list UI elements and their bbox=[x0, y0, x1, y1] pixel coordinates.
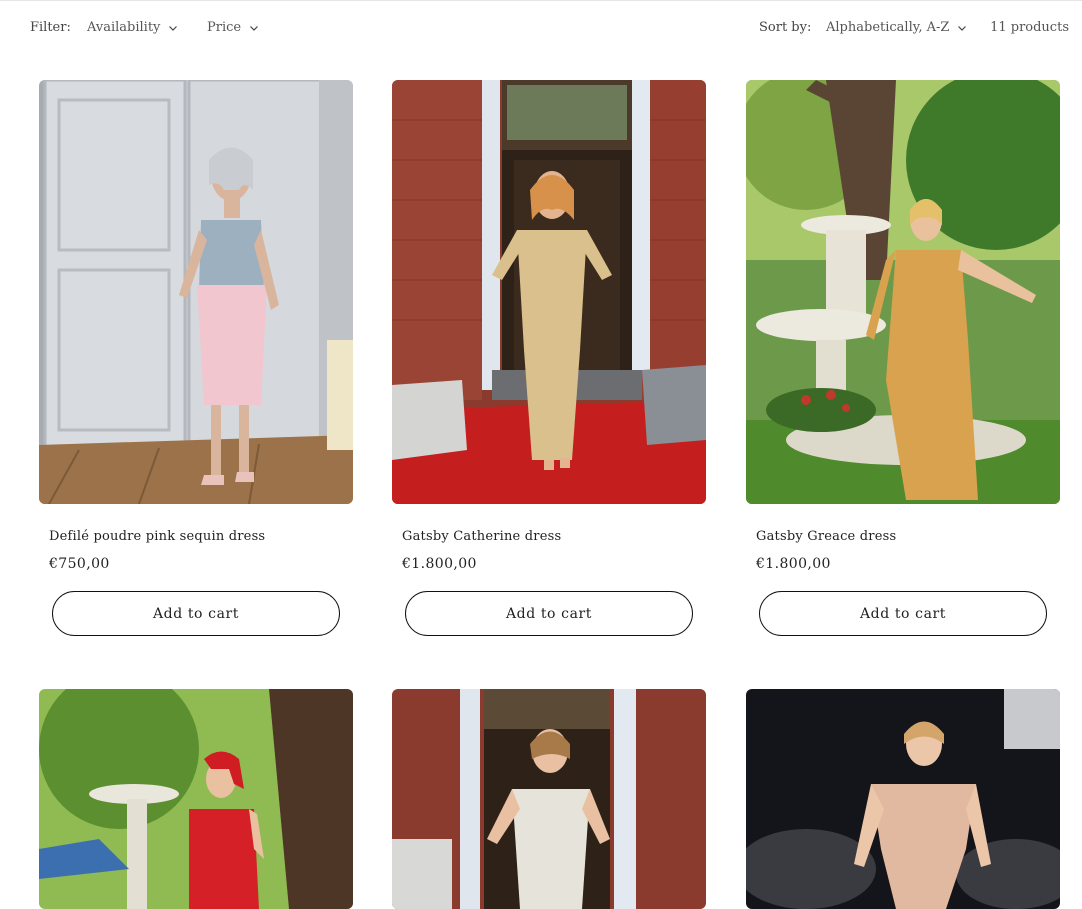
product-image[interactable] bbox=[392, 689, 706, 909]
product-image[interactable] bbox=[392, 80, 706, 504]
availability-filter[interactable]: Availability bbox=[87, 20, 178, 35]
availability-filter-label: Availability bbox=[87, 20, 161, 35]
product-count: 11 products bbox=[990, 20, 1069, 35]
product-price: €1.800,00 bbox=[402, 556, 477, 572]
product-image[interactable] bbox=[39, 689, 353, 909]
sort-select-value: Alphabetically, A-Z bbox=[826, 20, 950, 35]
chevron-down-icon bbox=[169, 25, 178, 31]
sort-select[interactable]: Alphabetically, A-Z bbox=[826, 20, 967, 35]
chevron-down-icon bbox=[250, 25, 259, 31]
product-image[interactable] bbox=[746, 689, 1060, 909]
filter-label: Filter: bbox=[30, 20, 71, 35]
price-filter[interactable]: Price bbox=[207, 20, 259, 35]
add-to-cart-button[interactable]: Add to cart bbox=[52, 591, 340, 636]
add-to-cart-button[interactable]: Add to cart bbox=[759, 591, 1047, 636]
product-title[interactable]: Gatsby Greace dress bbox=[756, 529, 896, 544]
product-price: €750,00 bbox=[49, 556, 110, 572]
product-price: €1.800,00 bbox=[756, 556, 831, 572]
add-to-cart-button[interactable]: Add to cart bbox=[405, 591, 693, 636]
product-title[interactable]: Gatsby Catherine dress bbox=[402, 529, 561, 544]
price-filter-label: Price bbox=[207, 20, 242, 35]
product-image[interactable] bbox=[746, 80, 1060, 504]
facets-bar: Filter: Availability Price Sort by: Alph… bbox=[0, 0, 1082, 56]
product-image[interactable] bbox=[39, 80, 353, 504]
sort-label: Sort by: bbox=[759, 20, 812, 35]
chevron-down-icon bbox=[958, 25, 967, 31]
product-title[interactable]: Defilé poudre pink sequin dress bbox=[49, 529, 265, 544]
